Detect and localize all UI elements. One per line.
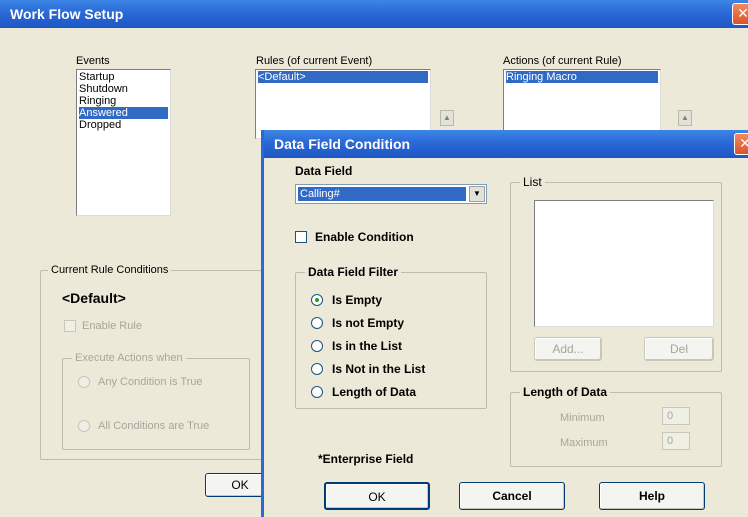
actions-scroll-up-icon[interactable]: ▲ xyxy=(678,110,692,126)
filter-option-label: Is in the List xyxy=(332,339,403,353)
filter-option-radio[interactable] xyxy=(311,294,323,306)
del-button[interactable]: Del xyxy=(644,337,714,361)
chevron-down-icon[interactable]: ▼ xyxy=(469,186,485,202)
rules-scroll-up-icon[interactable]: ▲ xyxy=(440,110,454,126)
condition-list[interactable] xyxy=(534,200,714,327)
filter-option-label: Is Not in the List xyxy=(332,362,426,376)
enable-rule-checkbox[interactable] xyxy=(64,320,76,332)
events-listbox[interactable]: Startup Shutdown Ringing Answered Dropped xyxy=(76,69,171,216)
rules-label: Rules (of current Event) xyxy=(256,55,373,67)
enable-condition-checkbox[interactable] xyxy=(295,231,307,243)
add-button[interactable]: Add... xyxy=(534,337,602,361)
maximum-label: Maximum xyxy=(560,437,608,449)
main-title-bar: Work Flow Setup xyxy=(0,0,748,28)
execute-actions-when-group xyxy=(62,358,250,450)
minimum-input[interactable]: 0 xyxy=(662,407,690,425)
actions-listbox[interactable]: Ringing Macro xyxy=(503,69,661,131)
rules-listbox[interactable]: <Default> xyxy=(255,69,431,139)
filter-option-radio[interactable] xyxy=(311,317,323,329)
enable-condition-label: Enable Condition xyxy=(315,230,414,244)
events-list-item[interactable]: Dropped xyxy=(79,119,168,131)
radio-selected-dot xyxy=(315,298,319,302)
data-field-combo[interactable]: Calling# ▼ xyxy=(295,184,487,204)
rules-list-item[interactable]: <Default> xyxy=(258,71,428,83)
main-window-title: Work Flow Setup xyxy=(10,6,124,22)
dialog-title: Data Field Condition xyxy=(274,136,411,152)
dialog-cancel-button[interactable]: Cancel xyxy=(459,482,565,510)
length-of-data-group xyxy=(510,392,722,467)
events-list-item[interactable]: Ringing xyxy=(79,95,168,107)
dialog-help-button[interactable]: Help xyxy=(599,482,705,510)
current-rule-name: <Default> xyxy=(62,290,126,306)
enable-rule-label: Enable Rule xyxy=(82,320,142,332)
data-field-value: Calling# xyxy=(298,187,466,201)
actions-list-item[interactable]: Ringing Macro xyxy=(506,71,658,83)
filter-option-label: Is not Empty xyxy=(332,316,405,330)
dialog-title-bar: Data Field Condition xyxy=(264,130,748,158)
filter-option-radio[interactable] xyxy=(311,340,323,352)
all-conditions-label: All Conditions are True xyxy=(98,420,210,432)
minimum-label: Minimum xyxy=(560,412,605,424)
any-condition-radio[interactable] xyxy=(78,376,90,388)
maximum-input[interactable]: 0 xyxy=(662,432,690,450)
all-conditions-radio[interactable] xyxy=(78,420,90,432)
enterprise-field-note: *Enterprise Field xyxy=(318,452,414,466)
filter-option-label: Is Empty xyxy=(332,293,383,307)
data-field-label: Data Field xyxy=(295,164,353,178)
dialog-close-icon[interactable]: ✕ xyxy=(734,133,748,155)
execute-actions-when-label: Execute Actions when xyxy=(72,352,186,364)
list-label: List xyxy=(520,175,545,189)
events-list-item[interactable]: Startup xyxy=(79,71,168,83)
filter-option-radio[interactable] xyxy=(311,363,323,375)
filter-option-label: Length of Data xyxy=(332,385,416,399)
events-list-item[interactable]: Shutdown xyxy=(79,83,168,95)
current-rule-conditions-label: Current Rule Conditions xyxy=(48,264,172,276)
length-of-data-label: Length of Data xyxy=(520,385,610,399)
data-field-filter-label: Data Field Filter xyxy=(305,265,402,279)
events-list-item[interactable]: Answered xyxy=(79,107,168,119)
data-field-condition-dialog: Data Field Condition ✕ Data Field Callin… xyxy=(261,130,748,517)
events-label: Events xyxy=(76,55,110,67)
actions-label: Actions (of current Rule) xyxy=(503,55,622,67)
dialog-ok-button[interactable]: OK xyxy=(324,482,430,510)
any-condition-label: Any Condition is True xyxy=(98,376,203,388)
filter-option-radio[interactable] xyxy=(311,386,323,398)
main-close-icon[interactable]: ✕ xyxy=(732,3,748,25)
